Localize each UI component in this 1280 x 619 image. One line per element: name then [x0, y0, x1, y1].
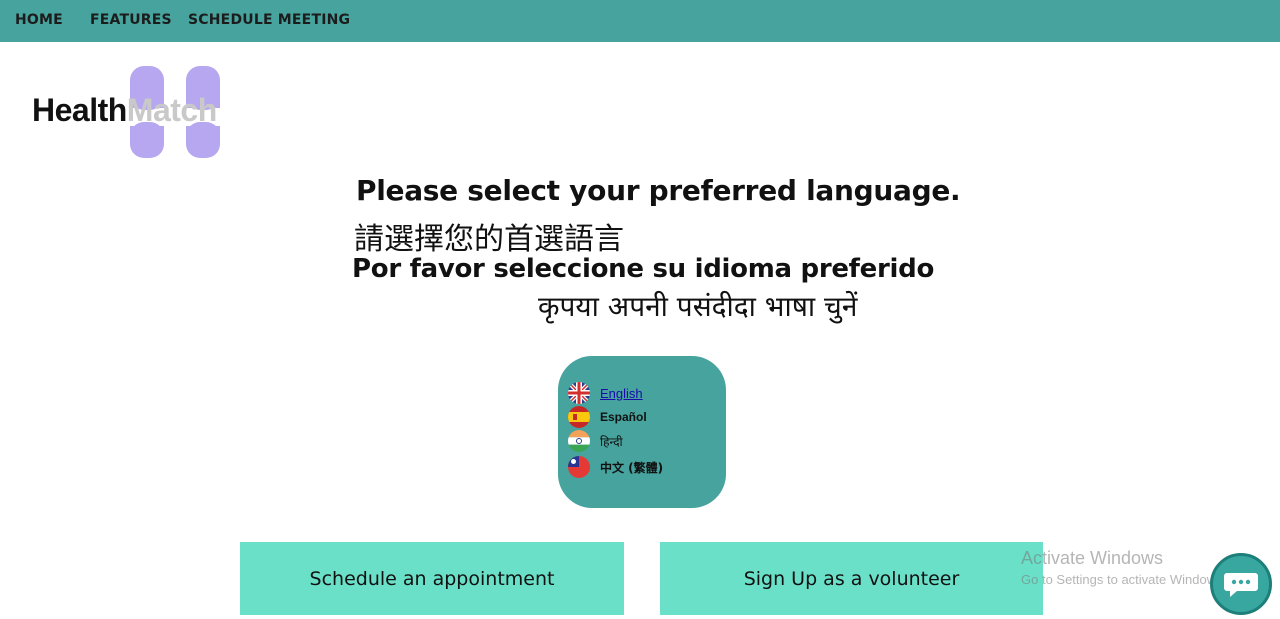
heading-chinese: 請選擇您的首選語言: [354, 222, 624, 257]
top-navigation-bar: HOME FEATURES SCHEDULE MEETING: [0, 0, 1280, 42]
activate-windows-watermark-subtitle: Go to Settings to activate Windows.: [1021, 572, 1227, 587]
india-flag-icon: [568, 430, 590, 452]
language-option-chinese[interactable]: 中文 (繁體): [568, 456, 663, 478]
logo-text-match: Match: [126, 92, 217, 128]
language-label-hindi[interactable]: हिन्दी: [600, 433, 623, 450]
activate-windows-watermark-title: Activate Windows: [1021, 548, 1164, 568]
schedule-appointment-button[interactable]: Schedule an appointment: [240, 542, 624, 615]
language-link-english[interactable]: English: [600, 386, 643, 401]
healthmatch-logo[interactable]: HealthMatch: [30, 64, 230, 160]
heading-spanish: Por favor seleccione su idioma preferido: [352, 254, 935, 284]
uk-flag-icon: [568, 382, 590, 404]
taiwan-flag-icon: [568, 456, 590, 478]
chat-bubble-icon: [1224, 573, 1258, 597]
chat-widget-button[interactable]: [1210, 553, 1272, 615]
logo-text-health: Health: [32, 92, 127, 128]
volunteer-signup-button[interactable]: Sign Up as a volunteer: [660, 542, 1043, 615]
nav-home-link[interactable]: HOME: [15, 12, 63, 28]
language-option-english[interactable]: English: [568, 382, 643, 404]
language-label-spanish[interactable]: Español: [600, 410, 647, 424]
nav-features-link[interactable]: FEATURES: [90, 12, 172, 28]
heading-english: Please select your preferred language.: [356, 174, 961, 207]
heading-hindi: कृपया अपनी पसंदीदा भाषा चुनें: [538, 290, 858, 323]
language-selector: English Español हिन्दी 中文 (繁體): [558, 356, 726, 508]
spain-flag-icon: [568, 406, 590, 428]
language-option-hindi[interactable]: हिन्दी: [568, 430, 623, 452]
nav-schedule-meeting-link[interactable]: SCHEDULE MEETING: [188, 12, 350, 28]
logo-wordmark: HealthMatch: [32, 92, 217, 129]
language-label-chinese[interactable]: 中文 (繁體): [600, 459, 663, 476]
language-option-spanish[interactable]: Español: [568, 406, 647, 428]
